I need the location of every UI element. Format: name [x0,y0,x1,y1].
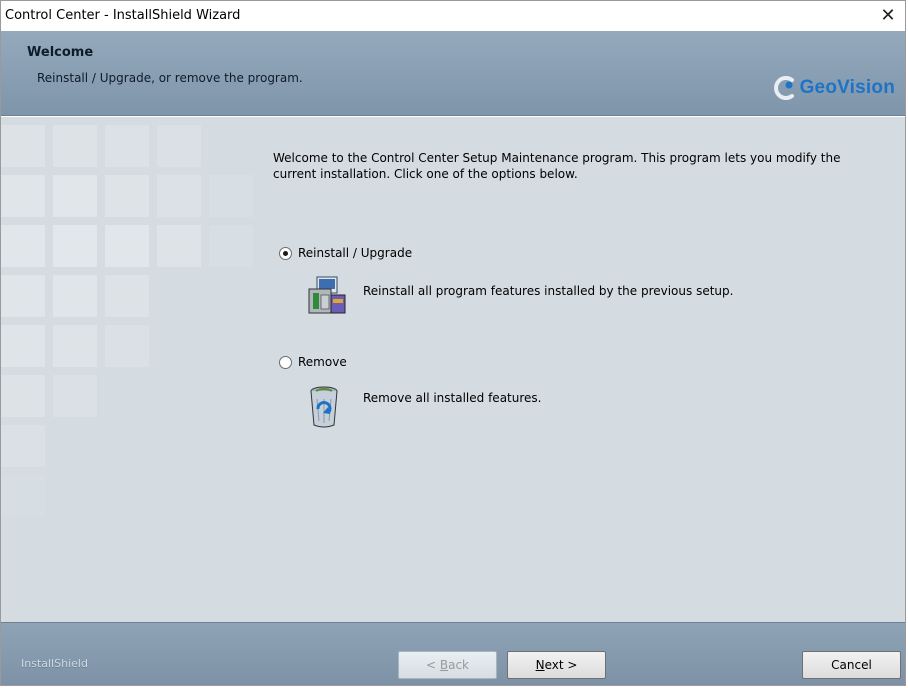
remove-radio[interactable] [279,355,292,369]
geovision-logo: GeoVision [772,75,895,101]
cancel-button[interactable]: Cancel [802,651,901,679]
reinstall-label: Reinstall / Upgrade [298,246,413,260]
title-bar[interactable]: Control Center - InstallShield Wizard ✕ [1,1,905,31]
remove-label: Remove [298,355,347,369]
next-button[interactable]: Next > [507,651,606,679]
reinstall-setup-icon [308,276,346,314]
installshield-brand: InstallShield [21,657,88,670]
decorative-tiles [1,117,271,622]
remove-description: Remove all installed features. [363,391,542,405]
window-title: Control Center - InstallShield Wizard [5,8,241,23]
reinstall-option[interactable]: Reinstall / Upgrade [279,246,412,260]
close-icon[interactable]: ✕ [877,5,899,27]
remove-option[interactable]: Remove [279,355,347,369]
back-button[interactable]: < Back [398,651,497,679]
reinstall-radio[interactable] [279,246,292,260]
recycle-bin-icon [310,386,338,428]
reinstall-description: Reinstall all program features installed… [363,284,734,298]
geovision-logo-icon [773,76,794,100]
page-title: Welcome [27,45,94,60]
installer-window: Control Center - InstallShield Wizard ✕ … [0,0,906,686]
wizard-footer: InstallShield < Back Next > Cancel [1,622,905,685]
page-subtitle: Reinstall / Upgrade, or remove the progr… [37,71,303,85]
logo-text: GeoVision [799,77,895,98]
wizard-body: Welcome to the Control Center Setup Main… [1,117,905,622]
wizard-header: Welcome Reinstall / Upgrade, or remove t… [1,31,905,116]
intro-text: Welcome to the Control Center Setup Main… [273,151,841,181]
